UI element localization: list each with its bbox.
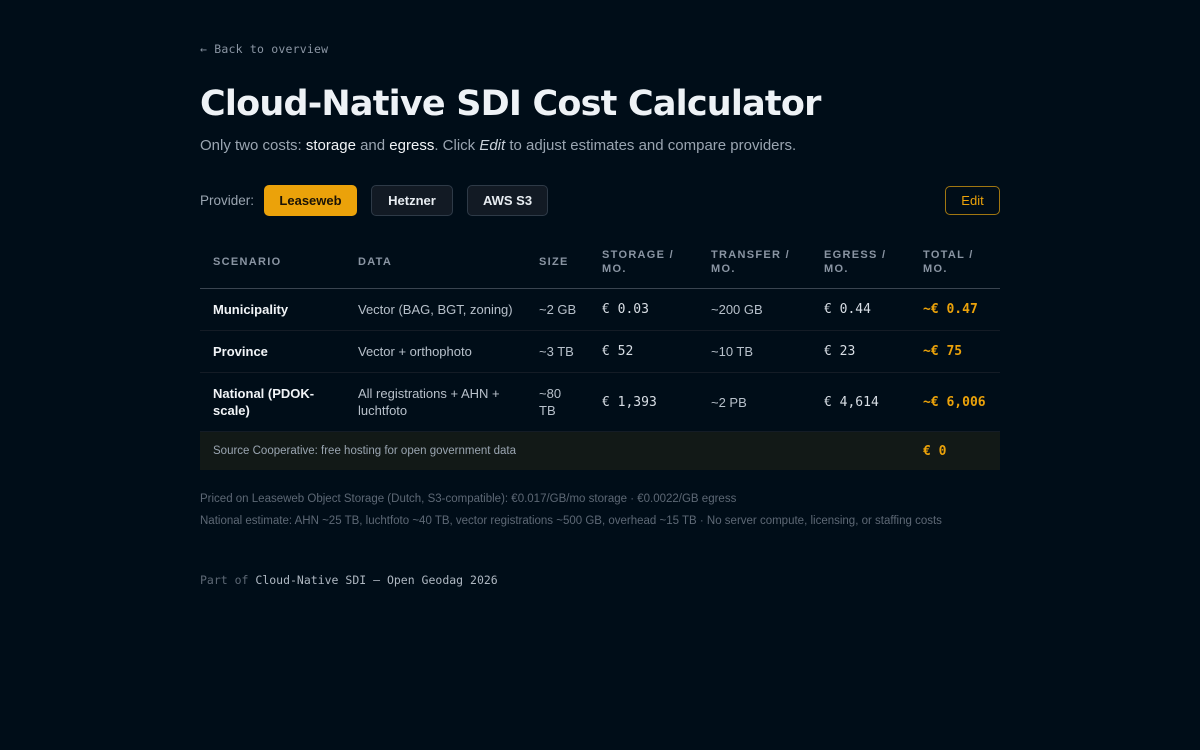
back-to-overview-link[interactable]: ← Back to overview <box>200 42 328 56</box>
edit-button[interactable]: Edit <box>945 186 1000 215</box>
cell-storage: € 0.03 <box>589 288 698 331</box>
subtitle-text-4: to adjust estimates and compare provider… <box>505 137 797 154</box>
cell-total: ~€ 75 <box>910 330 1000 373</box>
source-cooperative-row: Source Cooperative: free hosting for ope… <box>200 431 1000 470</box>
source-cooperative-label: Source Cooperative: free hosting for ope… <box>200 431 910 470</box>
table-row: Municipality Vector (BAG, BGT, zoning) ~… <box>200 288 1000 331</box>
cell-storage: € 1,393 <box>589 372 698 432</box>
cell-size: ~80 TB <box>526 372 589 432</box>
footer-link[interactable]: Cloud-Native SDI — Open Geodag 2026 <box>255 573 497 587</box>
provider-button-hetzner[interactable]: Hetzner <box>371 185 453 216</box>
footer-prefix: Part of <box>200 573 256 587</box>
subtitle-text-3: . Click <box>434 137 480 154</box>
subtitle-text-2: and <box>355 137 390 154</box>
provider-selector: Provider: Leaseweb Hetzner AWS S3 Edit <box>200 185 1000 216</box>
cell-egress: € 23 <box>811 330 910 373</box>
provider-button-aws-s3[interactable]: AWS S3 <box>467 185 548 216</box>
cell-scenario: Municipality <box>200 288 345 331</box>
cell-data: All registrations + AHN + luchtfoto <box>345 372 526 432</box>
cell-data: Vector (BAG, BGT, zoning) <box>345 288 526 331</box>
column-header-egress: EGRESS / MO. <box>811 236 910 289</box>
column-header-data: DATA <box>345 236 526 289</box>
cell-storage: € 52 <box>589 330 698 373</box>
estimate-note: National estimate: AHN ~25 TB, luchtfoto… <box>200 515 942 527</box>
cell-transfer: ~200 GB <box>698 288 811 331</box>
column-header-scenario: SCENARIO <box>200 236 345 289</box>
provider-label: Provider: <box>200 193 255 208</box>
page-subtitle: Only two costs: storage and egress. Clic… <box>200 137 796 154</box>
column-header-size: SIZE <box>526 236 589 289</box>
cell-scenario: National (PDOK-scale) <box>200 372 345 432</box>
subtitle-storage: storage <box>305 137 356 154</box>
cell-size: ~3 TB <box>526 330 589 373</box>
cell-total: ~€ 6,006 <box>910 372 1000 432</box>
provider-button-leaseweb[interactable]: Leaseweb <box>264 185 357 216</box>
cell-egress: € 0.44 <box>811 288 910 331</box>
table-row: National (PDOK-scale) All registrations … <box>200 372 1000 432</box>
subtitle-text-1: Only two costs: <box>200 137 306 154</box>
cell-scenario: Province <box>200 330 345 373</box>
cost-table: SCENARIO DATA SIZE STORAGE / MO. TRANSFE… <box>200 236 1000 470</box>
column-header-transfer: TRANSFER / MO. <box>698 236 811 289</box>
subtitle-edit: Edit <box>479 137 506 154</box>
column-header-storage: STORAGE / MO. <box>589 236 698 289</box>
subtitle-egress: egress <box>389 137 435 154</box>
cell-transfer: ~10 TB <box>698 330 811 373</box>
footer: Part of Cloud-Native SDI — Open Geodag 2… <box>200 573 498 587</box>
cell-size: ~2 GB <box>526 288 589 331</box>
page-title: Cloud-Native SDI Cost Calculator <box>200 84 821 124</box>
cell-egress: € 4,614 <box>811 372 910 432</box>
source-cooperative-total: € 0 <box>910 431 1000 470</box>
cell-data: Vector + orthophoto <box>345 330 526 373</box>
pricing-note: Priced on Leaseweb Object Storage (Dutch… <box>200 493 737 505</box>
cell-transfer: ~2 PB <box>698 372 811 432</box>
table-header-row: SCENARIO DATA SIZE STORAGE / MO. TRANSFE… <box>200 236 1000 289</box>
cell-total: ~€ 0.47 <box>910 288 1000 331</box>
table-row: Province Vector + orthophoto ~3 TB € 52 … <box>200 330 1000 373</box>
column-header-total: TOTAL / MO. <box>910 236 1000 289</box>
